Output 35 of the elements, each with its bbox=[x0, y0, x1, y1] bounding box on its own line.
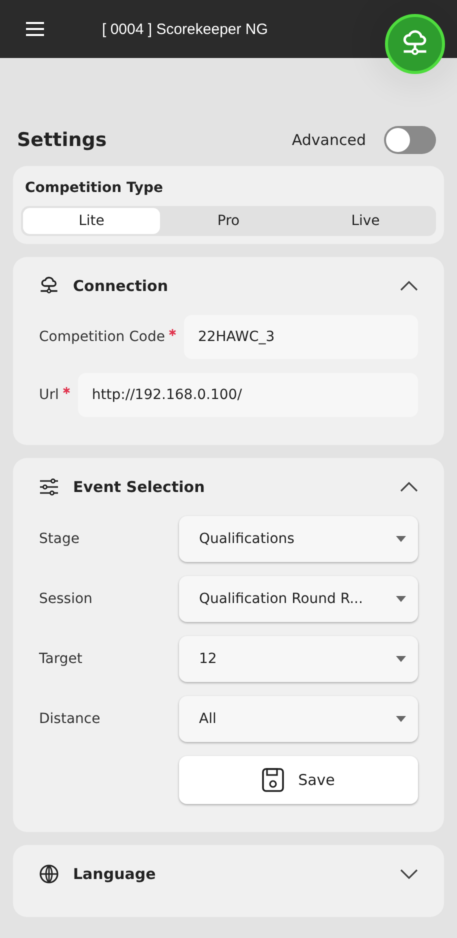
section-title: Event Selection bbox=[73, 478, 206, 496]
competition-type-tab[interactable]: Pro bbox=[160, 208, 297, 234]
competition-type-tab[interactable]: Live bbox=[297, 208, 434, 234]
input-field[interactable]: http://192.168.0.100/ bbox=[78, 373, 418, 417]
sliders-icon bbox=[39, 478, 59, 496]
section-title: Connection bbox=[73, 277, 170, 295]
field-label: Distance bbox=[39, 711, 102, 727]
field-label: Stage bbox=[39, 531, 80, 547]
field-label: Url bbox=[39, 387, 59, 403]
settings-title: Settings bbox=[17, 129, 108, 151]
chevron-up-icon[interactable] bbox=[400, 281, 418, 291]
field-label: Session bbox=[39, 591, 94, 607]
cloud-network-icon bbox=[39, 276, 59, 296]
competition-type-tab[interactable]: Lite bbox=[23, 208, 160, 234]
dropdown-caret-icon bbox=[396, 656, 406, 662]
globe-icon bbox=[39, 864, 59, 884]
field-label: Target bbox=[39, 651, 84, 667]
dropdown-field[interactable]: All bbox=[179, 696, 418, 742]
field-label: Competition Code bbox=[39, 329, 165, 345]
dropdown-caret-icon bbox=[396, 536, 406, 542]
dropdown-field[interactable]: Qualification Round R... bbox=[179, 576, 418, 622]
menu-icon[interactable] bbox=[26, 22, 44, 36]
dropdown-caret-icon bbox=[396, 596, 406, 602]
advanced-label: Advanced bbox=[292, 131, 366, 149]
chevron-up-icon[interactable] bbox=[400, 482, 418, 492]
section-title: Language bbox=[73, 865, 157, 883]
save-button[interactable]: Save bbox=[179, 756, 418, 804]
app-title: [ 0004 ] Scorekeeper NG bbox=[102, 20, 268, 38]
dropdown-caret-icon bbox=[396, 716, 406, 722]
dropdown-field[interactable]: 12 bbox=[179, 636, 418, 682]
advanced-toggle[interactable] bbox=[384, 126, 436, 154]
chevron-down-icon[interactable] bbox=[400, 869, 418, 879]
competition-type-title: Competition Type bbox=[24, 180, 164, 196]
input-field[interactable]: 22HAWC_3 bbox=[184, 315, 418, 359]
dropdown-field[interactable]: Qualifications bbox=[179, 516, 418, 562]
